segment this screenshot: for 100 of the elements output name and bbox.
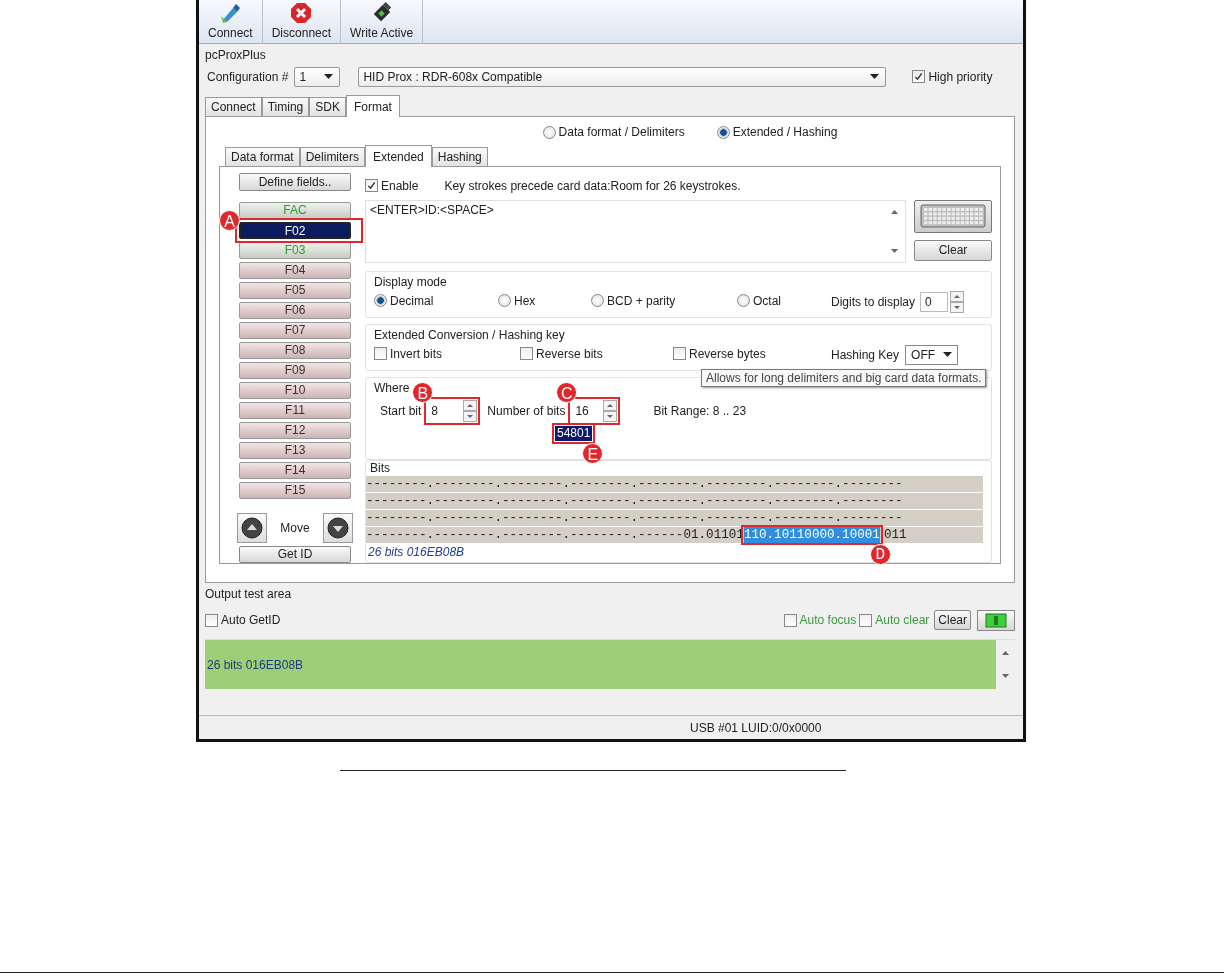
indicator-icon (984, 612, 1008, 628)
field-button[interactable]: F06 (239, 301, 351, 319)
tab[interactable]: Connect (205, 97, 262, 116)
toolbar-button[interactable]: Connect (199, 0, 263, 43)
checkbox[interactable] (673, 347, 686, 361)
tab[interactable]: Extended (365, 145, 432, 167)
field-label: Digits to display (831, 294, 916, 309)
tab[interactable]: Delimiters (299, 147, 366, 166)
field-label: Start bit (380, 403, 422, 418)
spinner-arrows-icon[interactable] (950, 290, 965, 313)
spinner-arrows-icon[interactable] (603, 399, 618, 422)
tooltip: Allows for long delimiters and big card data formats. (701, 369, 987, 387)
tab[interactable]: Format (345, 95, 400, 117)
field-button[interactable]: F02 (239, 221, 351, 239)
caret-icon (943, 351, 953, 358)
clear-button[interactable]: Clear (934, 610, 971, 630)
field-button[interactable]: F14 (239, 461, 351, 479)
bits-summary: 26 bits 016EB08B (368, 544, 465, 560)
radio-label: Data format / Delimiters (558, 125, 685, 139)
hashing-key-dropdown[interactable]: OFF (905, 344, 959, 365)
radio-label: Decimal (390, 293, 434, 308)
radio-button[interactable] (591, 294, 604, 308)
scroll-down-icon[interactable] (890, 248, 899, 254)
bit-range-text: Bit Range: 8 .. 23 (653, 403, 747, 418)
callout-badge: B (412, 381, 434, 403)
caret-icon (324, 74, 334, 80)
bit-string: --------.--------.--------.--------.--------.--------.--------.-------- (366, 492, 903, 509)
info-text: Key strokes precede card data:Room for 26 keystrokes. (444, 178, 741, 193)
spinner-arrows-icon[interactable] (463, 399, 478, 422)
keyboard-button[interactable] (914, 199, 992, 233)
error-icon (290, 2, 313, 24)
group-title: Output test area (205, 587, 293, 601)
field-button[interactable]: F12 (239, 421, 351, 439)
scroll-up-icon[interactable] (1001, 650, 1010, 655)
radio-button[interactable] (716, 125, 730, 139)
group-title: pcProxPlus (205, 48, 267, 64)
bit-string: --------.--------.--------.--------.--------.--------.--------.-------- (366, 475, 903, 492)
field-label: Configuration # (207, 70, 289, 84)
define-fields-button[interactable]: Define fields.. (239, 173, 351, 191)
get-id-button[interactable]: Get ID (239, 545, 351, 563)
group-title: Display mode (374, 274, 447, 291)
callout-badge: D (869, 543, 891, 565)
caret-icon (870, 74, 880, 80)
checkbox-label: Enable (381, 178, 419, 193)
keyboard-icon (920, 204, 986, 229)
toolbar-button[interactable]: Write Active (341, 0, 424, 43)
field-button[interactable]: F08 (239, 341, 351, 359)
field-button[interactable]: F11 (239, 401, 351, 419)
output-button[interactable] (977, 609, 1015, 631)
checkbox[interactable] (912, 70, 926, 84)
checkbox-label: Reverse bits (536, 346, 603, 361)
group-title: Where (374, 380, 410, 397)
callout-badge: C (556, 381, 578, 403)
keystroke-field[interactable]: <ENTER>ID:<SPACE> (365, 199, 906, 263)
field-button[interactable]: F09 (239, 361, 351, 379)
radio-label: BCD + parity (607, 293, 676, 308)
pen-icon (219, 2, 242, 24)
move-down-button[interactable] (323, 512, 353, 543)
checkbox[interactable] (520, 347, 533, 361)
radio-label: Extended / Hashing (732, 125, 838, 139)
field-button[interactable]: F05 (239, 281, 351, 299)
field-button[interactable]: F13 (239, 441, 351, 459)
field-button[interactable]: F10 (239, 381, 351, 399)
checkbox-label: Reverse bytes (689, 346, 766, 361)
scroll-down-icon[interactable] (1001, 674, 1010, 679)
configuration-dropdown[interactable]: 1 (294, 67, 341, 87)
bit-string: 011 (883, 526, 907, 543)
bit-string: --------.--------.--------.--------.--------.--------.--------.-------- (366, 509, 903, 526)
radio-button[interactable] (498, 294, 511, 308)
radio-button[interactable] (374, 294, 387, 308)
checkbox-label: Auto clear (875, 613, 930, 627)
checkbox[interactable] (374, 347, 387, 361)
field-button[interactable]: F07 (239, 321, 351, 339)
field-button[interactable]: F04 (239, 261, 351, 279)
callout-badge: A (219, 209, 240, 231)
clear-button[interactable]: Clear (914, 239, 992, 261)
move-label: Move (280, 520, 310, 535)
radio-button[interactable] (737, 294, 750, 308)
radio-label: Hex (514, 293, 536, 308)
device-dropdown[interactable]: HID Prox : RDR-608x Compatible (358, 67, 887, 87)
field-button[interactable]: F15 (239, 481, 351, 499)
tab[interactable]: Data format (225, 147, 300, 166)
radio-button[interactable] (542, 125, 556, 139)
tab[interactable]: Hashing (431, 147, 488, 166)
checkbox-label: Invert bits (390, 346, 443, 361)
checkbox-label: Auto GetID (221, 613, 281, 627)
digits-field[interactable]: 0 (920, 291, 949, 312)
scroll-up-icon[interactable] (890, 208, 899, 214)
move-up-button[interactable] (237, 512, 267, 543)
toolbar-button[interactable]: Disconnect (262, 0, 342, 43)
checkbox[interactable] (205, 613, 218, 627)
callout-badge: E (582, 442, 604, 464)
tab[interactable]: Timing (261, 97, 310, 116)
checkbox-label: Auto focus (799, 613, 857, 627)
radio-label: Octal (753, 293, 781, 308)
checkbox[interactable] (859, 613, 873, 627)
checkbox[interactable] (365, 179, 378, 193)
checkbox-label: High priority (928, 69, 993, 84)
checkbox[interactable] (783, 613, 797, 627)
tab[interactable]: SDK (309, 97, 346, 116)
